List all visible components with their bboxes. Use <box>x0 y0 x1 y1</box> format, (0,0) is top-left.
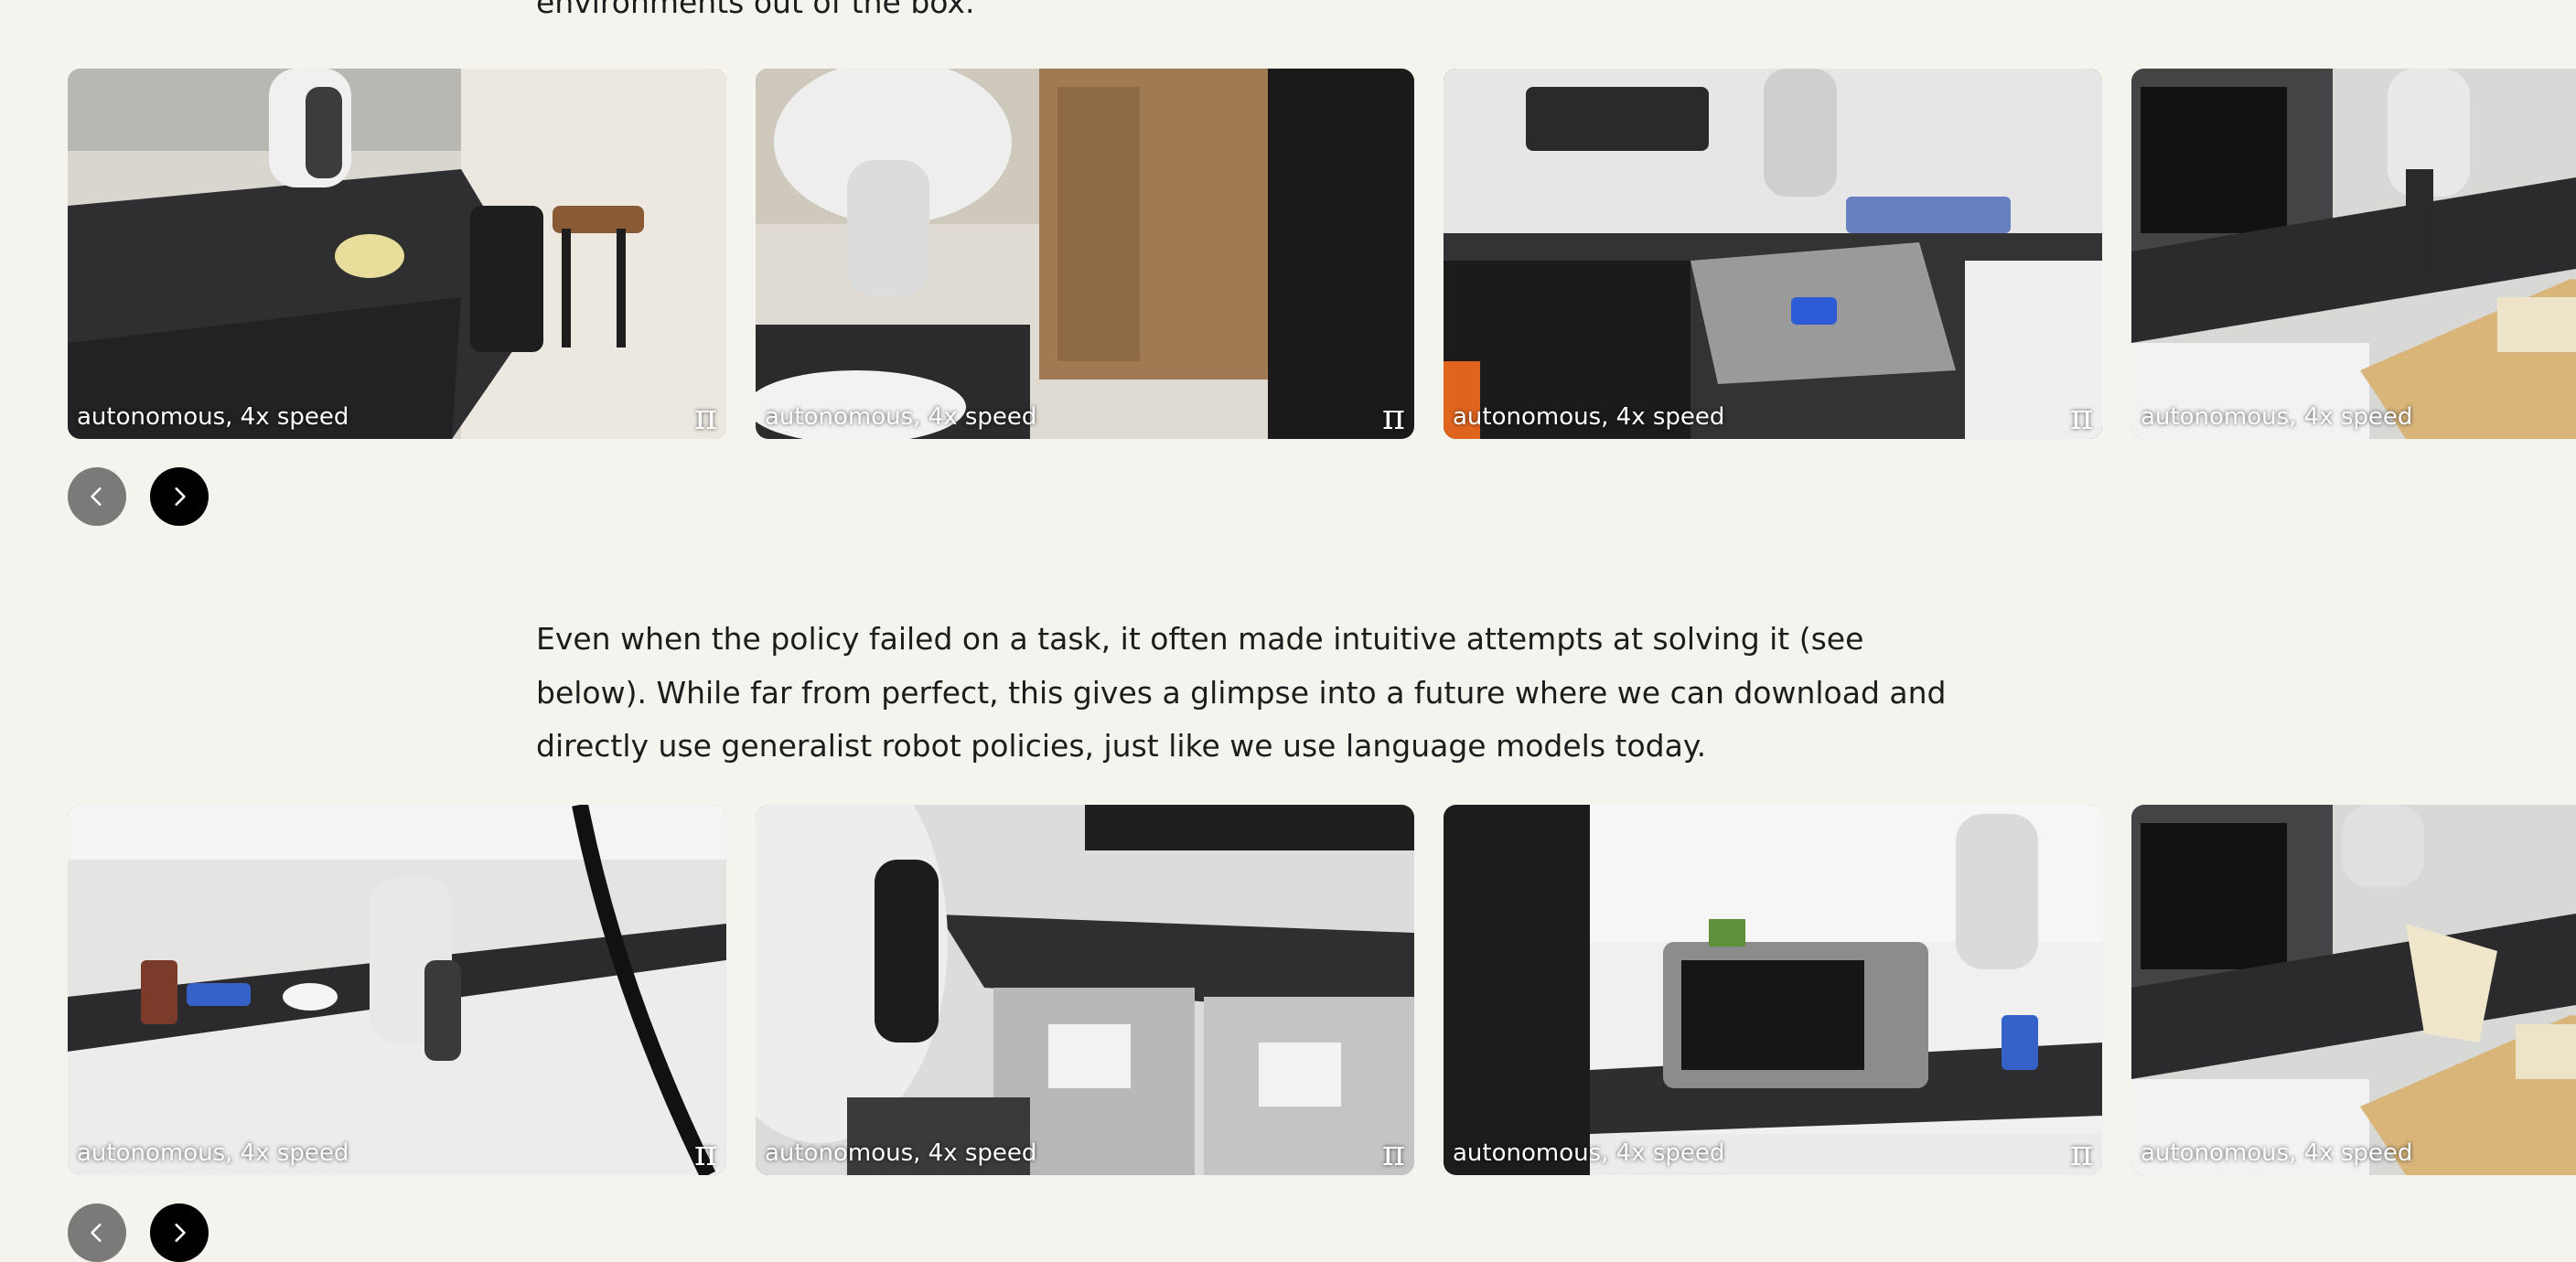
chevron-right-icon <box>175 487 186 506</box>
video-frame <box>2131 805 2576 1175</box>
paragraph-top: environments out of the box. <box>536 0 975 20</box>
video-caption: autonomous, 4x speed <box>1453 403 1725 431</box>
carousel-controls <box>68 1203 209 1262</box>
video-caption: autonomous, 4x speed <box>765 403 1037 431</box>
video-frame <box>68 69 726 439</box>
video-frame <box>756 69 1414 439</box>
carousel-track[interactable]: autonomous, 4x speed π autonomous, 4x sp… <box>68 805 2576 1175</box>
carousel-next-button[interactable] <box>150 467 209 526</box>
video-caption: autonomous, 4x speed <box>77 1139 349 1167</box>
paragraph-failure-note: Even when the policy failed on a task, i… <box>536 621 1947 764</box>
video-card[interactable]: autonomous, 4x speed π <box>68 805 726 1175</box>
video-carousel-failure: autonomous, 4x speed π autonomous, 4x sp… <box>0 805 2576 1175</box>
pi-logo-icon: π <box>2070 397 2093 437</box>
video-frame <box>756 805 1414 1175</box>
video-frame <box>68 805 726 1175</box>
pi-logo-icon: π <box>694 1133 717 1173</box>
pi-logo-icon: π <box>1382 397 1405 437</box>
chevron-left-icon <box>91 487 102 506</box>
carousel-prev-button[interactable] <box>68 1203 126 1262</box>
video-card[interactable]: autonomous, 4x speed π <box>2131 805 2576 1175</box>
chevron-left-icon <box>91 1224 102 1242</box>
video-frame <box>1444 69 2102 439</box>
video-card[interactable]: autonomous, 4x speed π <box>1444 69 2102 439</box>
video-card[interactable]: autonomous, 4x speed π <box>756 805 1414 1175</box>
pi-logo-icon: π <box>694 397 717 437</box>
video-carousel-success: autonomous, 4x speed π autonomous, 4x sp… <box>0 69 2576 439</box>
video-caption: autonomous, 4x speed <box>2141 403 2413 431</box>
pi-logo-icon: π <box>1382 1133 1405 1173</box>
video-caption: autonomous, 4x speed <box>765 1139 1037 1167</box>
carousel-next-button[interactable] <box>150 1203 209 1262</box>
carousel-track[interactable]: autonomous, 4x speed π autonomous, 4x sp… <box>68 69 2576 439</box>
video-card[interactable]: autonomous, 4x speed π <box>756 69 1414 439</box>
video-caption: autonomous, 4x speed <box>77 403 349 431</box>
carousel-prev-button[interactable] <box>68 467 126 526</box>
video-caption: autonomous, 4x speed <box>2141 1139 2413 1167</box>
pi-logo-icon: π <box>2070 1133 2093 1173</box>
video-frame <box>2131 69 2576 439</box>
chevron-right-icon <box>175 1224 186 1242</box>
video-frame <box>1444 805 2102 1175</box>
video-card[interactable]: autonomous, 4x speed π <box>2131 69 2576 439</box>
carousel-controls <box>68 467 209 526</box>
video-caption: autonomous, 4x speed <box>1453 1139 1725 1167</box>
video-card[interactable]: autonomous, 4x speed π <box>1444 805 2102 1175</box>
video-card[interactable]: autonomous, 4x speed π <box>68 69 726 439</box>
